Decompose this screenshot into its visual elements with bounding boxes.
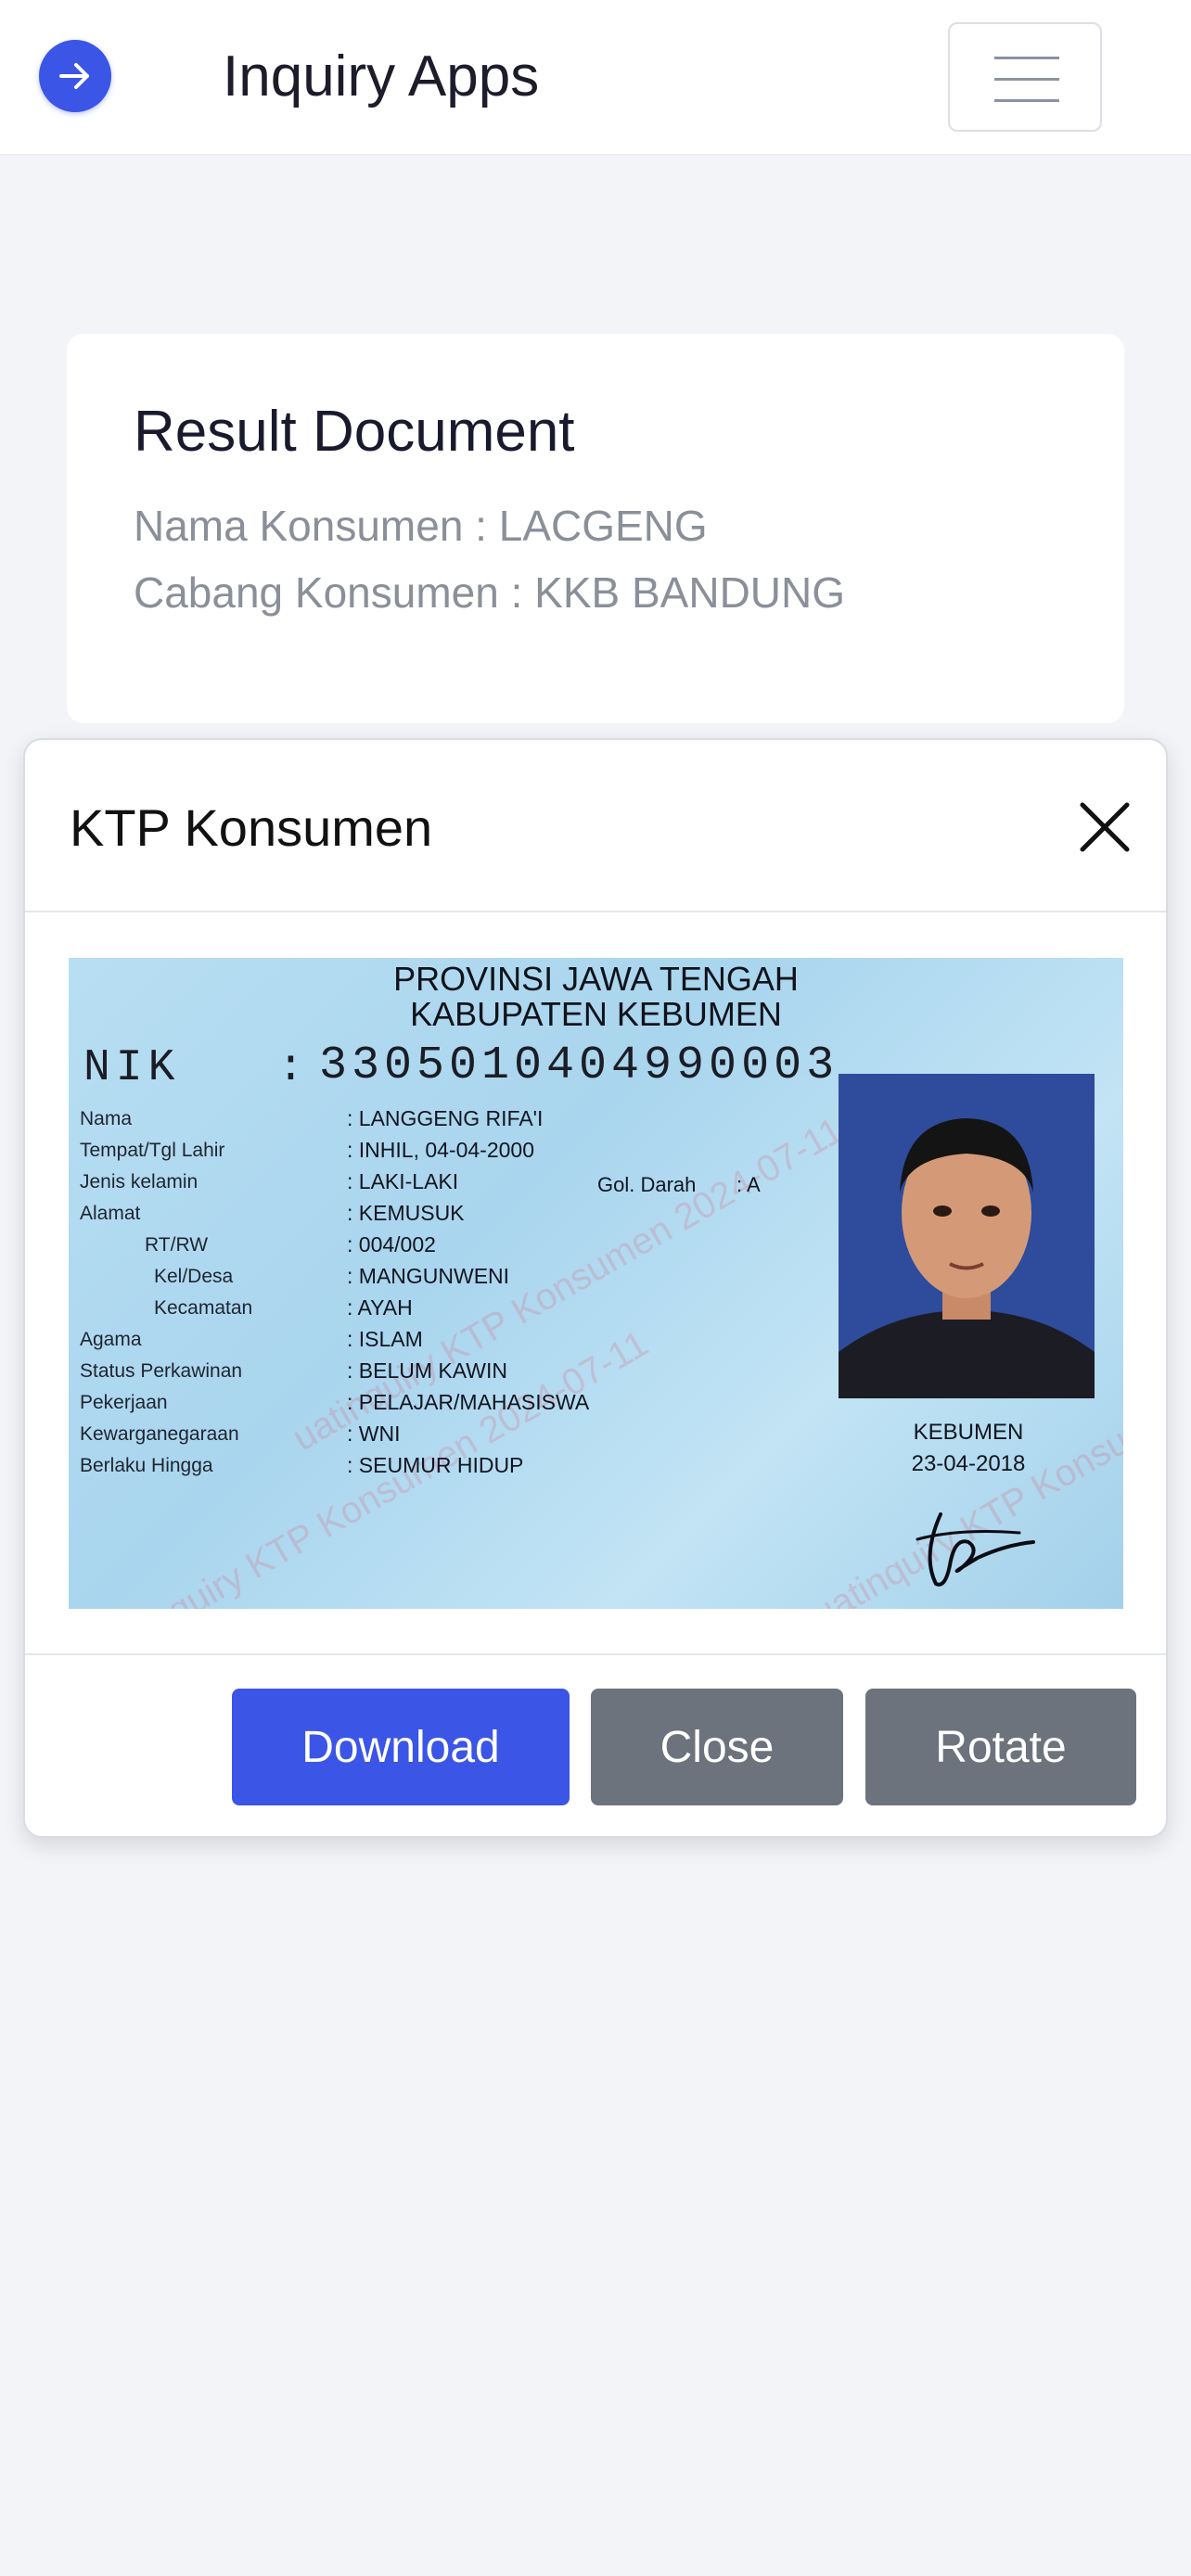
ktp-field-value: : KEMUSUK <box>347 1201 465 1225</box>
ktp-issue-date: 23-04-2018 <box>911 1451 1026 1476</box>
ktp-modal: KTP Konsumen uatinquiry KTP Konsumen 202… <box>23 738 1168 1838</box>
ktp-province: PROVINSI JAWA TENGAH <box>393 960 799 998</box>
close-button[interactable]: Close <box>591 1689 843 1805</box>
menu-hamburger-icon[interactable] <box>948 22 1102 132</box>
cabang-konsumen-text: Cabang Konsumen : KKB BANDUNG <box>134 568 846 617</box>
app-title: Inquiry Apps <box>223 45 540 108</box>
top-navbar: Inquiry Apps <box>0 0 1191 154</box>
ktp-photo <box>839 1074 1095 1398</box>
back-arrow-icon[interactable] <box>39 40 111 112</box>
ktp-field-value: : MANGUNWENI <box>347 1264 510 1288</box>
rotate-button[interactable]: Rotate <box>865 1689 1136 1805</box>
ktp-field-label: Kel/Desa <box>154 1266 234 1287</box>
ktp-field-value: : ISLAM <box>347 1327 423 1351</box>
ktp-field-value: : 004/002 <box>347 1232 436 1256</box>
ktp-field-label: Alamat <box>80 1203 141 1224</box>
ktp-field-value: : WNI <box>347 1422 401 1446</box>
ktp-nik-label: NIK <box>83 1043 181 1093</box>
ktp-field-value: : LANGGENG RIFA'I <box>347 1106 544 1130</box>
ktp-issue-place: KEBUMEN <box>913 1420 1024 1445</box>
modal-footer: Download Close Rotate <box>25 1653 1166 1838</box>
ktp-field-value: : PELAJAR/MAHASISWA <box>347 1390 590 1414</box>
ktp-regency: KABUPATEN KEBUMEN <box>410 995 782 1033</box>
download-button[interactable]: Download <box>232 1689 570 1805</box>
ktp-goldarah-value: : A <box>736 1173 761 1196</box>
ktp-nik-separator: : <box>277 1043 310 1093</box>
ktp-field-label: Agama <box>80 1329 142 1350</box>
ktp-field-value: : LAKI-LAKI <box>347 1169 459 1193</box>
ktp-field-label: RT/RW <box>145 1234 209 1256</box>
ktp-field-label: Pekerjaan <box>80 1392 168 1413</box>
result-title: Result Document <box>134 400 575 464</box>
ktp-field-label: Tempat/Tgl Lahir <box>80 1140 225 1161</box>
ktp-goldarah-label: Gol. Darah <box>597 1173 697 1196</box>
ktp-field-label: Kewarganegaraan <box>80 1423 239 1445</box>
ktp-nik-value: 3305010404990003 <box>319 1039 839 1092</box>
nama-konsumen-text: Nama Konsumen : LACGENG <box>134 502 708 550</box>
ktp-field-value: : SEUMUR HIDUP <box>347 1453 524 1477</box>
ktp-field-value: : INHIL, 04-04-2000 <box>347 1138 535 1162</box>
ktp-field-label: Jenis kelamin <box>80 1171 198 1192</box>
ktp-field-value: : AYAH <box>347 1295 413 1320</box>
ktp-field-value: : BELUM KAWIN <box>347 1358 507 1383</box>
close-icon[interactable] <box>1073 796 1136 859</box>
ktp-field-label: Kecamatan <box>154 1297 253 1319</box>
result-card: Result Document Nama Konsumen : LACGENG … <box>67 334 1124 723</box>
ktp-field-label: Berlaku Hingga <box>80 1455 213 1476</box>
modal-header: KTP Konsumen <box>25 740 1166 912</box>
signature-image <box>903 1500 1043 1593</box>
ktp-field-label: Status Perkawinan <box>80 1360 243 1382</box>
ktp-field-label: Nama <box>80 1108 133 1129</box>
ktp-document-image: uatinquiry KTP Konsumen 2024-07-11 uatin… <box>69 958 1123 1609</box>
modal-title: KTP Konsumen <box>70 798 433 857</box>
